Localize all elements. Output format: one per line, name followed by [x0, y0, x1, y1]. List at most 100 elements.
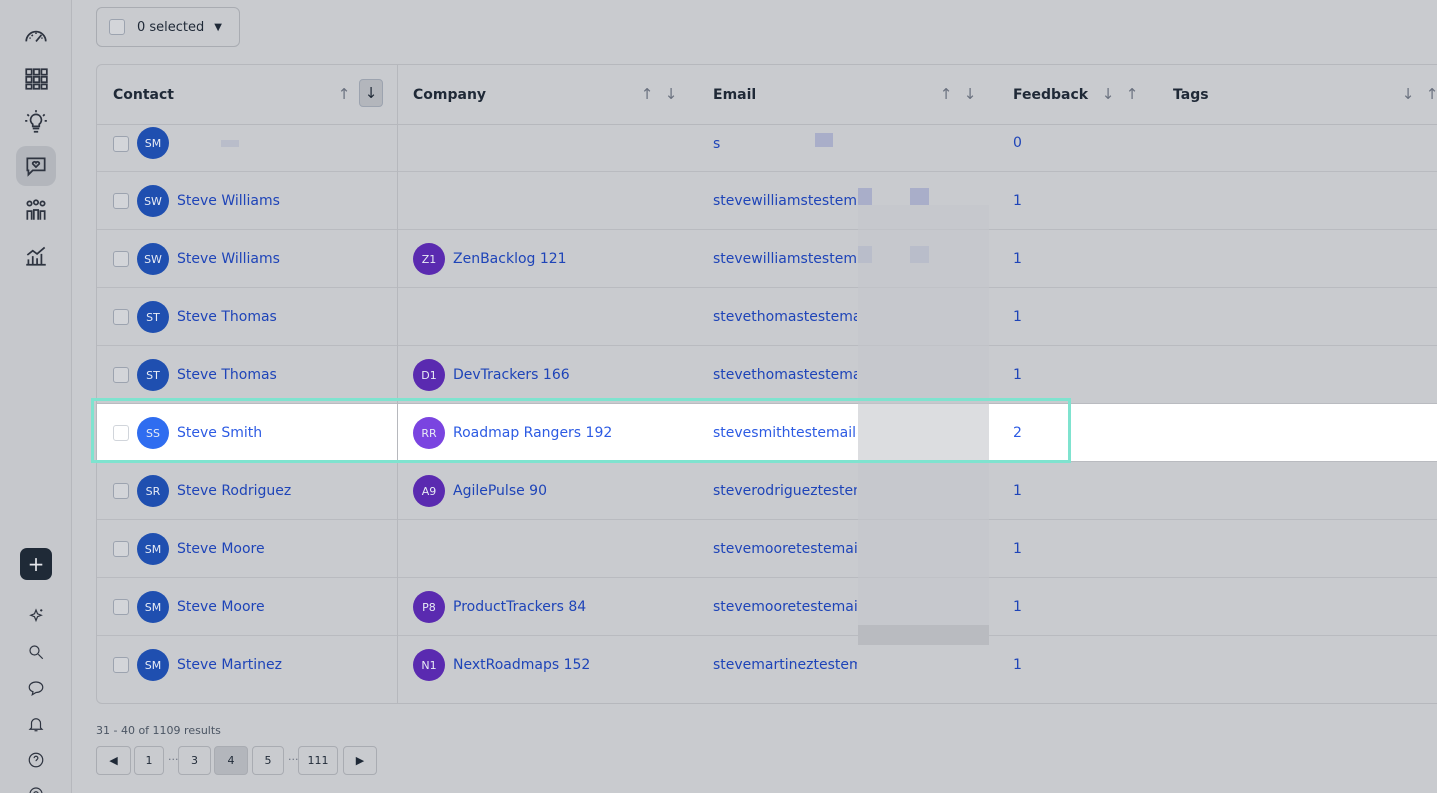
company-name-link[interactable]: ProductTrackers 84	[453, 599, 586, 615]
row-checkbox[interactable]	[113, 541, 129, 557]
column-header-company[interactable]: Company	[413, 65, 486, 124]
email-link[interactable]: stevemooretestemail@	[713, 541, 857, 557]
sort-descending-icon[interactable]: ↓	[1099, 85, 1117, 103]
current-page-button[interactable]: 4	[214, 746, 248, 775]
page-button[interactable]: 5	[252, 746, 284, 775]
feedback-count[interactable]: 1	[1013, 599, 1022, 615]
row-checkbox[interactable]	[113, 483, 129, 499]
help-question-icon[interactable]	[24, 748, 48, 772]
contact-name-link[interactable]: Steve Moore	[177, 599, 265, 615]
contact-name-link[interactable]: Steve Martinez	[177, 657, 282, 673]
row-checkbox[interactable]	[113, 599, 129, 615]
feedback-count[interactable]: 1	[1013, 251, 1022, 267]
sort-ascending-icon[interactable]: ↑	[335, 85, 353, 107]
company-name-link[interactable]: ZenBacklog 121	[453, 251, 567, 267]
messages-chat-icon[interactable]	[24, 676, 48, 700]
feedback-count[interactable]: 1	[1013, 657, 1022, 673]
row-checkbox[interactable]	[113, 657, 129, 673]
column-header-contact[interactable]: Contact	[113, 65, 174, 124]
company-name-link[interactable]: DevTrackers 166	[453, 367, 570, 383]
redacted-text	[910, 188, 929, 205]
analytics-chart-icon[interactable]	[16, 235, 56, 275]
table-row[interactable]: SM Steve Moore stevemooretestemail@ 1	[97, 520, 1437, 578]
company-avatar: D1	[413, 359, 445, 391]
email-link[interactable]: s	[713, 136, 857, 152]
company-name-link[interactable]: NextRoadmaps 152	[453, 657, 590, 673]
boards-grid-icon[interactable]	[16, 59, 56, 99]
sort-descending-icon[interactable]: ↓	[1399, 85, 1417, 103]
redacted-region	[858, 625, 989, 645]
company-name-link[interactable]: AgilePulse 90	[453, 483, 547, 499]
contact-avatar: SM	[137, 127, 169, 159]
table-row[interactable]: SW Steve Williams Z1 ZenBacklog 121 stev…	[97, 230, 1437, 288]
contact-name-link[interactable]: Steve Williams	[177, 251, 280, 267]
sort-ascending-icon[interactable]: ↑	[1423, 85, 1437, 103]
row-checkbox[interactable]	[113, 367, 129, 383]
redacted-text	[221, 140, 239, 147]
table-row[interactable]: SM s 0	[97, 125, 1437, 172]
search-icon[interactable]	[24, 640, 48, 664]
company-avatar: A9	[413, 475, 445, 507]
feedback-count[interactable]: 0	[1013, 135, 1022, 151]
column-header-feedback[interactable]: Feedback	[1013, 65, 1088, 124]
contact-name-link[interactable]: Steve Moore	[177, 541, 265, 557]
contact-sort-controls: ↑ ↓	[335, 79, 383, 107]
column-header-email[interactable]: Email	[713, 65, 756, 124]
page-button[interactable]: 3	[178, 746, 211, 775]
row-checkbox[interactable]	[113, 136, 129, 152]
table-row[interactable]: ST Steve Thomas stevethomastestemail@ 1	[97, 288, 1437, 346]
email-link[interactable]: stevethomastestemail@	[713, 309, 857, 325]
notifications-bell-icon[interactable]	[24, 712, 48, 736]
redacted-text	[858, 188, 872, 205]
selected-count-label: 0 selected	[137, 19, 205, 35]
contact-name-link[interactable]: Steve Williams	[177, 193, 280, 209]
page-button[interactable]: 1	[134, 746, 164, 775]
table-row[interactable]: SM Steve Martinez N1 NextRoadmaps 152 st…	[97, 636, 1437, 694]
page-button[interactable]: 111	[298, 746, 338, 775]
sort-ascending-icon[interactable]: ↑	[1123, 85, 1141, 103]
row-checkbox[interactable]	[113, 193, 129, 209]
email-link[interactable]: stevemartineztestemai	[713, 657, 857, 673]
table-row[interactable]: SW Steve Williams stevewilliamstestemail…	[97, 172, 1437, 230]
sort-descending-icon[interactable]: ↓	[662, 85, 680, 103]
company-avatar: P8	[413, 591, 445, 623]
select-all-checkbox[interactable]	[109, 19, 125, 35]
email-link[interactable]: steverodrigueztestema	[713, 483, 857, 499]
feedback-count[interactable]: 1	[1013, 483, 1022, 499]
ai-sparkle-icon[interactable]	[24, 604, 48, 628]
email-link[interactable]: stevemooretestemail@	[713, 599, 857, 615]
sort-descending-icon[interactable]: ↓	[359, 79, 383, 107]
feedback-chat-heart-icon[interactable]	[16, 146, 56, 186]
contact-name-link[interactable]: Steve Rodriguez	[177, 483, 291, 499]
row-focus-outline	[91, 398, 1071, 463]
column-header-tags[interactable]: Tags	[1173, 65, 1209, 124]
contact-avatar: SM	[137, 649, 169, 681]
email-link[interactable]: stevewilliamstestemail@	[713, 193, 857, 209]
previous-page-button[interactable]: ◀	[96, 746, 131, 775]
feedback-count[interactable]: 1	[1013, 541, 1022, 557]
sort-descending-icon[interactable]: ↓	[961, 85, 979, 103]
table-row[interactable]: SM Steve Moore P8 ProductTrackers 84 ste…	[97, 578, 1437, 636]
email-link[interactable]: stevethomastestemail@	[713, 367, 857, 383]
contact-avatar: SR	[137, 475, 169, 507]
ideas-lightbulb-icon[interactable]	[16, 102, 56, 142]
settings-gear-icon[interactable]	[24, 782, 48, 793]
next-page-button[interactable]: ▶	[343, 746, 377, 775]
dashboard-gauge-icon[interactable]	[16, 16, 56, 56]
redacted-text	[815, 133, 833, 147]
feedback-count[interactable]: 1	[1013, 193, 1022, 209]
email-link[interactable]: stevewilliamstestemail@	[713, 251, 857, 267]
contacts-people-icon[interactable]	[16, 190, 56, 230]
feedback-count[interactable]: 1	[1013, 309, 1022, 325]
row-checkbox[interactable]	[113, 251, 129, 267]
sort-ascending-icon[interactable]: ↑	[638, 85, 656, 103]
feedback-count[interactable]: 1	[1013, 367, 1022, 383]
sort-ascending-icon[interactable]: ↑	[937, 85, 955, 103]
contact-name-link[interactable]: Steve Thomas	[177, 367, 277, 383]
contact-name-link[interactable]: Steve Thomas	[177, 309, 277, 325]
row-checkbox[interactable]	[113, 309, 129, 325]
table-row[interactable]: SR Steve Rodriguez A9 AgilePulse 90 stev…	[97, 462, 1437, 520]
create-plus-button[interactable]: +	[20, 548, 52, 580]
table-row[interactable]: ST Steve Thomas D1 DevTrackers 166 steve…	[97, 346, 1437, 404]
bulk-select-dropdown[interactable]: 0 selected ▼	[96, 7, 240, 47]
